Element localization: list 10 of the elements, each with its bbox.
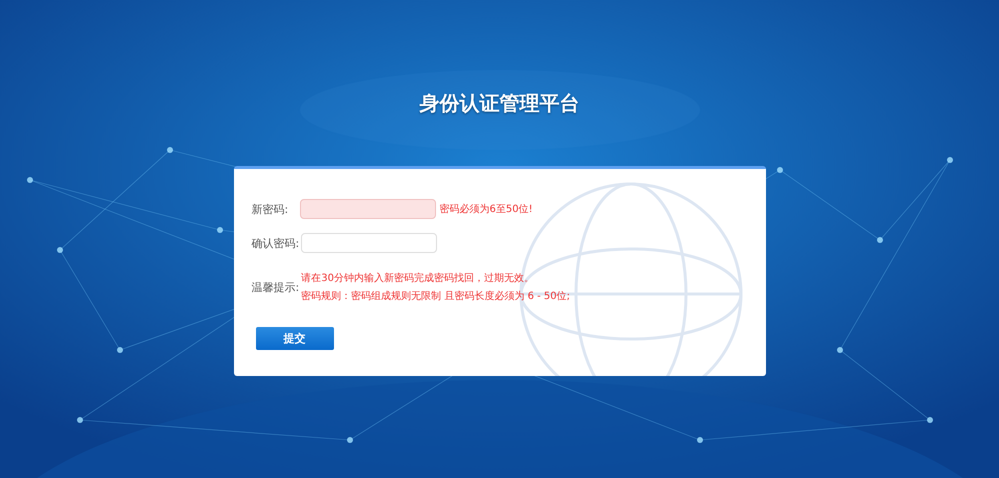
submit-button[interactable]: 提交 <box>256 327 334 350</box>
hint-label: 温馨提示: <box>252 280 300 294</box>
error-message: 密码必须为6至50位! <box>440 202 533 216</box>
page-title: 身份认证管理平台 <box>420 90 580 116</box>
password-field[interactable] <box>300 199 436 219</box>
field-label: 新密码: <box>252 202 290 216</box>
field-label: 确认密码: <box>252 236 300 250</box>
hint-text: 请在30分钟内输入新密码完成密码找回，过期无效。 <box>301 272 535 285</box>
password-field[interactable] <box>301 233 438 253</box>
hint-text: 密码规则：密码组成规则无限制 且密码长度必须为 6 - 50位; <box>301 290 570 303</box>
